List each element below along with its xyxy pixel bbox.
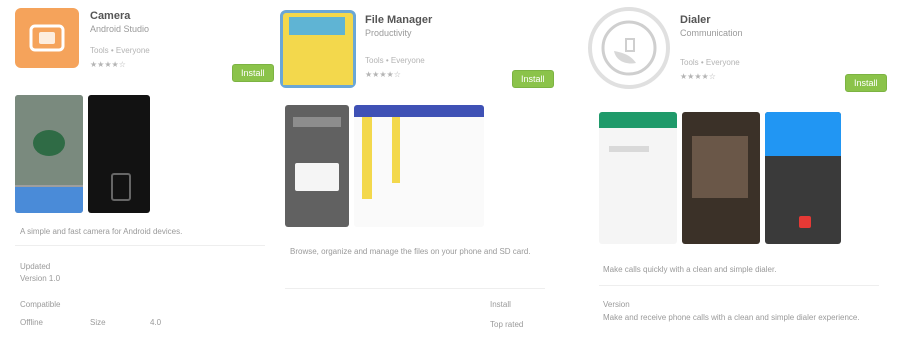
app-meta: Tools • Everyone <box>365 56 425 65</box>
app-card-dialer[interactable]: Dialer Communication Tools • Everyone ★★… <box>585 0 895 342</box>
folder-icon <box>283 17 353 85</box>
app-developer[interactable]: Communication <box>680 28 743 38</box>
screenshot-2[interactable] <box>88 95 150 213</box>
top-bar[interactable] <box>354 105 484 117</box>
app-meta: Tools • Everyone <box>680 58 740 67</box>
list-item <box>293 117 341 127</box>
photo-preview <box>692 136 748 198</box>
app-rating: ★★★★☆ <box>90 60 126 69</box>
app-card-file-manager[interactable]: File Manager Productivity Tools • Everyo… <box>280 0 560 342</box>
details-value: Version 1.0 <box>20 274 61 283</box>
end-call-icon[interactable] <box>799 216 811 228</box>
camera-app-icon[interactable] <box>15 8 79 68</box>
screenshot-1[interactable] <box>285 105 349 227</box>
app-card-camera[interactable]: Camera Android Studio Tools • Everyone ★… <box>10 0 274 342</box>
screenshot-2[interactable] <box>354 105 484 227</box>
app-developer[interactable]: Productivity <box>365 28 412 38</box>
details-value: Make and receive phone calls with a clea… <box>603 313 860 322</box>
install-button[interactable]: Install <box>232 64 274 82</box>
folder-column <box>392 117 400 183</box>
footer-text-3: Size <box>90 318 106 327</box>
file-manager-app-icon[interactable] <box>280 10 356 88</box>
phone-shape <box>111 173 131 201</box>
details-label: Version <box>603 300 630 309</box>
camera-icon <box>29 24 65 52</box>
header-panel <box>765 112 841 156</box>
app-bar[interactable] <box>599 112 677 128</box>
app-description: A simple and fast camera for Android dev… <box>20 227 183 236</box>
phone-icon <box>601 20 657 76</box>
app-developer[interactable]: Android Studio <box>90 24 149 34</box>
footer-text-4: 4.0 <box>150 318 162 327</box>
app-rating: ★★★★☆ <box>680 72 716 81</box>
install-button[interactable]: Install <box>845 74 887 92</box>
details-label: Updated <box>20 262 51 271</box>
lens-shape <box>33 130 65 156</box>
screenshot-1[interactable] <box>15 95 83 213</box>
divider <box>599 285 879 286</box>
footer-text-2: Offline <box>20 318 43 327</box>
app-title[interactable]: Camera <box>90 10 130 22</box>
screenshot-3[interactable] <box>765 112 841 244</box>
app-rating: ★★★★☆ <box>365 70 401 79</box>
app-description: Make calls quickly with a clean and simp… <box>603 265 777 274</box>
footer-text-2: Top rated <box>490 320 524 329</box>
divider <box>285 288 545 289</box>
app-title[interactable]: File Manager <box>365 14 432 26</box>
footer-text-1: Install <box>490 300 511 309</box>
app-title[interactable]: Dialer <box>680 14 711 26</box>
folder-column <box>362 117 372 199</box>
screenshot-1[interactable] <box>599 112 677 244</box>
content-text <box>609 146 649 152</box>
footer-text-1: Compatible <box>20 300 61 309</box>
screenshot-2[interactable] <box>682 112 760 244</box>
install-button[interactable]: Install <box>512 70 554 88</box>
divider <box>15 245 265 246</box>
dialer-app-icon[interactable] <box>588 7 670 89</box>
app-meta: Tools • Everyone <box>90 46 150 55</box>
shutter-bar[interactable] <box>15 187 83 213</box>
dialog-card <box>295 163 339 191</box>
app-description: Browse, organize and manage the files on… <box>290 247 531 256</box>
